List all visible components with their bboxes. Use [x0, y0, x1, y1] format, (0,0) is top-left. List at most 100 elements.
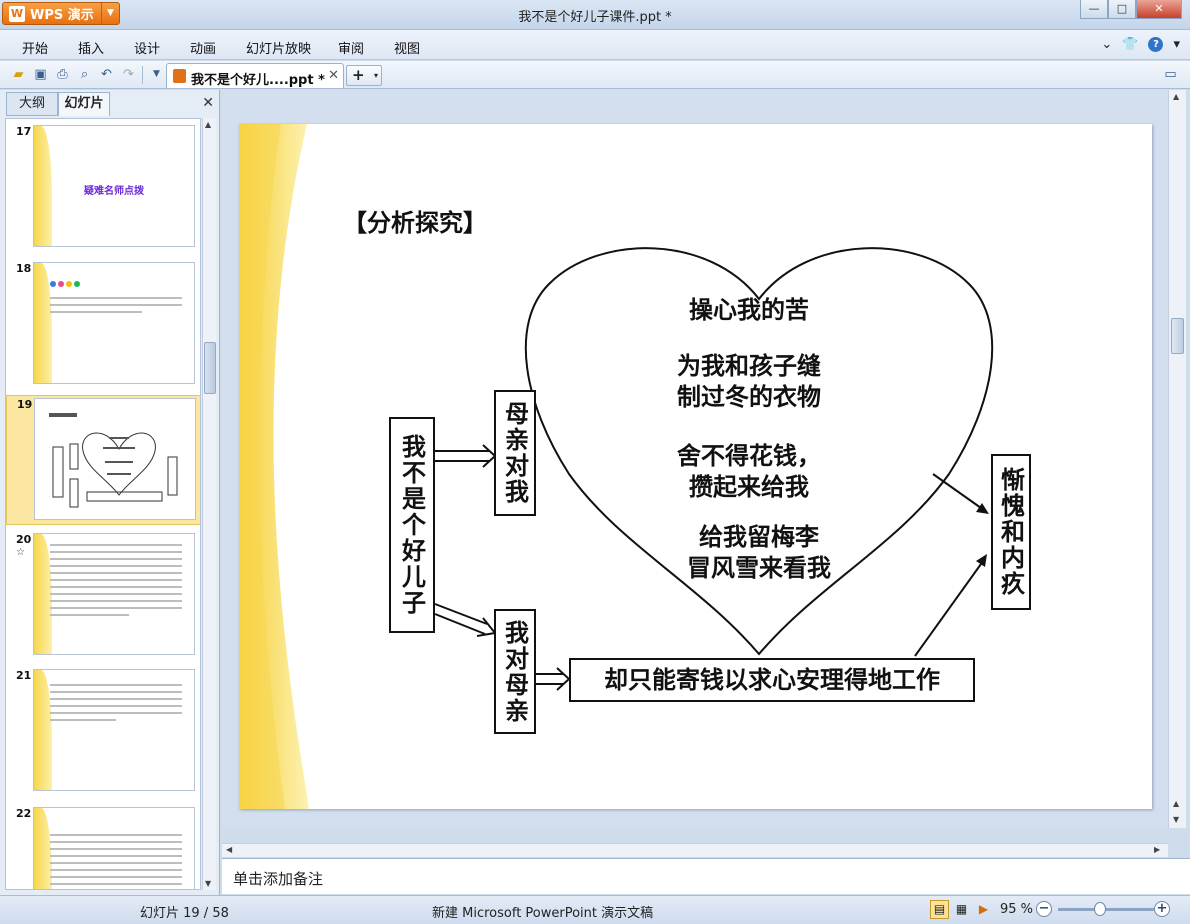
slide-preview[interactable]	[33, 533, 195, 655]
next-slide-icon[interactable]: ▼	[1173, 815, 1179, 824]
slide-number: 17	[16, 125, 32, 138]
heart-line-3: 制过冬的衣物	[677, 382, 821, 411]
zoom-in-button[interactable]: +	[1154, 901, 1170, 917]
bottom-box-send-money[interactable]: 却只能寄钱以求心安理得地工作	[569, 658, 975, 702]
menu-slideshow[interactable]: 幻灯片放映	[246, 38, 311, 57]
menu-insert[interactable]: 插入	[78, 38, 104, 57]
undo-icon[interactable]: ↶	[98, 66, 115, 83]
minimize-button[interactable]: —	[1080, 0, 1108, 19]
slide-sorter-view-icon[interactable]: ▦	[952, 900, 971, 919]
slide-number: 18	[16, 262, 32, 275]
scroll-left-icon[interactable]: ◀	[226, 845, 232, 854]
slide-thumbnail-18[interactable]: 18	[6, 260, 200, 390]
slide-thumbnail-21[interactable]: 21	[6, 667, 200, 797]
ribbon-menu-bar: 开始 插入 设计 动画 幻灯片放映 审阅 视图 ⌄ 👕 ? ▾	[0, 30, 1190, 60]
scroll-thumb[interactable]	[1171, 318, 1184, 354]
title-bar: W WPS 演示 ▼ 我不是个好儿子课件.ppt * — □ ✕	[0, 0, 1190, 30]
document-tab[interactable]: 我不是个好儿....ppt * ✕	[166, 63, 344, 88]
scroll-right-icon[interactable]: ▶	[1154, 845, 1160, 854]
box-me-to-mother[interactable]: 我对母亲	[494, 609, 536, 734]
slide-preview[interactable]	[33, 807, 195, 889]
slide-preview[interactable]	[33, 262, 195, 384]
previous-slide-icon[interactable]: ▲	[1173, 799, 1179, 808]
box-mother-to-me[interactable]: 母亲对我	[494, 390, 536, 516]
status-bar: 幻灯片 19 / 58 新建 Microsoft PowerPoint 演示文稿…	[0, 895, 1190, 924]
left-box-not-good-son[interactable]: 我不是个好儿子	[389, 417, 435, 633]
skin-shirt-icon[interactable]: 👕	[1122, 37, 1138, 52]
slides-pane: 大纲 幻灯片 ✕ 17 疑难名师点拨 18 19 20 ☆ 21 22 ▲ ▼	[0, 90, 220, 895]
decorative-dots	[50, 281, 80, 287]
plus-icon: +	[352, 66, 365, 84]
menu-design[interactable]: 设计	[134, 38, 160, 57]
animation-star-icon: ☆	[16, 547, 25, 558]
zoom-slider-track[interactable]	[1058, 908, 1154, 911]
slide-thumbnail-22[interactable]: 22	[6, 805, 200, 889]
zoom-slider-handle[interactable]	[1094, 902, 1106, 916]
close-pane-icon[interactable]: ✕	[202, 95, 214, 111]
slide-counter: 幻灯片 19 / 58	[140, 906, 229, 921]
editor-vertical-scrollbar[interactable]: ▲ ▲ ▼	[1168, 90, 1186, 828]
editor-horizontal-scrollbar[interactable]: ◀ ▶	[222, 843, 1168, 857]
thumbnail-scrollbar[interactable]: ▲ ▼	[202, 118, 216, 890]
slide-number: 20	[16, 533, 32, 546]
chevron-down-icon[interactable]: ▾	[1173, 37, 1180, 52]
toolbar-separator	[142, 66, 143, 84]
tab-slides[interactable]: 幻灯片	[58, 92, 110, 116]
menu-animation[interactable]: 动画	[190, 38, 216, 57]
scroll-up-icon[interactable]: ▲	[205, 120, 211, 129]
slide-number: 19	[17, 398, 33, 411]
chevron-down-icon[interactable]: ⌄	[1101, 37, 1112, 52]
redo-icon[interactable]: ↷	[120, 66, 137, 83]
window-title: 我不是个好儿子课件.ppt *	[518, 10, 672, 25]
slideshow-view-icon[interactable]: ▶	[974, 900, 993, 919]
window-controls: — □ ✕	[1080, 0, 1182, 19]
slide-number: 22	[16, 807, 32, 820]
save-icon[interactable]: ▣	[32, 66, 49, 83]
slide-editor: 【分析探究】 我不是个好儿子 母亲对我 我对母亲 却只能寄钱以求心安理得地工作 …	[222, 90, 1168, 828]
scroll-down-icon[interactable]: ▼	[205, 879, 211, 888]
slide-thumbnail-20[interactable]: 20 ☆	[6, 531, 200, 661]
quick-toolbar: ▰ ▣ ⎙ ⌕ ↶ ↷ ▼ 我不是个好儿....ppt * ✕ + ▾ ▭	[0, 61, 1190, 89]
print-preview-icon[interactable]: ⌕	[76, 66, 93, 83]
slide-thumbnail-list: 17 疑难名师点拨 18 19 20 ☆ 21 22	[5, 118, 201, 890]
restore-pane-icon[interactable]: ▭	[1162, 66, 1179, 83]
text-lines-placeholder	[50, 684, 182, 726]
menu-view[interactable]: 视图	[394, 38, 420, 57]
text-lines-placeholder	[50, 544, 182, 621]
close-tab-icon[interactable]: ✕	[328, 68, 339, 83]
close-button[interactable]: ✕	[1136, 0, 1182, 19]
slide-preview[interactable]	[34, 398, 196, 520]
heart-line-5: 攒起来给我	[689, 472, 809, 501]
heart-line-2: 为我和孩子缝	[677, 351, 821, 380]
help-icon[interactable]: ?	[1148, 37, 1164, 52]
heart-line-7: 冒风雪来看我	[687, 553, 831, 582]
chevron-down-icon[interactable]: ▾	[374, 66, 378, 85]
slide-preview[interactable]	[33, 669, 195, 791]
normal-view-icon[interactable]: ▤	[930, 900, 949, 919]
heart-line-6: 给我留梅李	[699, 522, 819, 551]
maximize-button[interactable]: □	[1108, 0, 1136, 19]
text-lines-placeholder	[50, 297, 182, 318]
notes-placeholder[interactable]: 单击添加备注	[233, 868, 323, 889]
slide-thumbnail-19[interactable]: 19	[6, 395, 200, 525]
zoom-out-button[interactable]: −	[1036, 901, 1052, 917]
zoom-level: 95 %	[1000, 902, 1034, 917]
slide-preview[interactable]: 疑难名师点拨	[33, 125, 195, 247]
scroll-thumb[interactable]	[204, 342, 216, 394]
menu-home[interactable]: 开始	[22, 38, 48, 57]
notes-pane[interactable]: 单击添加备注	[222, 858, 1190, 894]
mini-diagram	[49, 413, 178, 508]
ppt-file-icon	[173, 69, 186, 83]
open-folder-icon[interactable]: ▰	[10, 66, 27, 83]
heart-line-1: 操心我的苦	[689, 295, 809, 324]
slide-thumbnail-17[interactable]: 17 疑难名师点拨	[6, 123, 200, 253]
print-icon[interactable]: ⎙	[54, 66, 71, 83]
heart-line-4: 舍不得花钱，	[677, 441, 821, 470]
new-tab-button[interactable]: + ▾	[346, 65, 382, 86]
customize-dropdown-icon[interactable]: ▼	[148, 66, 165, 83]
right-box-guilt[interactable]: 惭愧和内疚	[991, 454, 1031, 610]
current-slide[interactable]: 【分析探究】 我不是个好儿子 母亲对我 我对母亲 却只能寄钱以求心安理得地工作 …	[239, 124, 1152, 809]
menu-review[interactable]: 审阅	[338, 38, 364, 57]
tab-outline[interactable]: 大纲	[6, 92, 58, 116]
scroll-up-icon[interactable]: ▲	[1173, 92, 1179, 101]
